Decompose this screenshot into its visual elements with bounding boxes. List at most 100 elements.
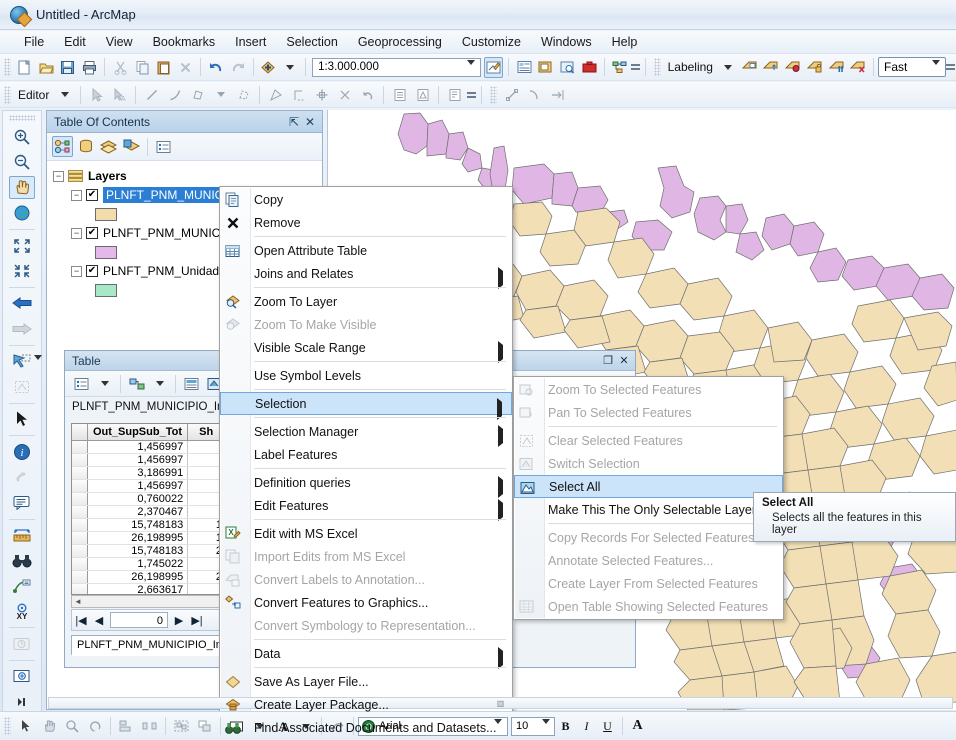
collapse-icon[interactable]: − [71, 227, 82, 239]
menu-edit[interactable]: Edit [54, 32, 96, 52]
row-selector[interactable] [72, 480, 88, 492]
menu-item-open-attribute-table[interactable]: Open Attribute Table [220, 239, 512, 262]
cell-out-supsub-tot[interactable]: 2,663617 [88, 584, 189, 594]
menu-item-selection-manager[interactable]: Selection Manager [220, 420, 512, 447]
drawing-rotate-icon[interactable] [84, 716, 105, 737]
drawing-distribute-icon[interactable] [139, 716, 160, 737]
pause-labeling-icon[interactable] [827, 57, 847, 78]
add-data-dropdown[interactable] [280, 57, 300, 78]
table-options-dropdown[interactable] [94, 373, 115, 394]
straight-segment-icon[interactable] [141, 84, 162, 105]
cut-icon[interactable] [110, 57, 130, 78]
editor-toolbar-grip[interactable] [4, 85, 11, 104]
create-features-window-icon[interactable] [444, 84, 465, 105]
time-slider-icon[interactable] [9, 632, 35, 655]
tools-toolbar-grip[interactable] [9, 115, 35, 121]
table-row[interactable]: 1,456997 [72, 441, 225, 454]
cell-out-supsub-tot[interactable]: 1,456997 [88, 441, 189, 453]
submenu-item-make-only-selectable-layer[interactable]: Make This The Only Selectable Layer [514, 498, 783, 521]
find-route-icon[interactable] [9, 575, 35, 598]
row-selector[interactable] [72, 532, 88, 544]
layer-symbol-swatch-1[interactable] [95, 245, 117, 259]
menu-item-remove[interactable]: Remove [220, 211, 512, 234]
menu-item-edit-with-ms-excel[interactable]: X Edit with MS Excel [220, 522, 512, 545]
first-record-icon[interactable]: |◀ [72, 614, 90, 627]
close-icon[interactable]: ✕ [302, 115, 318, 129]
add-data-icon[interactable] [259, 57, 279, 78]
related-tables-icon[interactable] [126, 373, 147, 394]
split-tool-icon[interactable] [311, 84, 332, 105]
labeling-dropdown-icon[interactable] [718, 57, 738, 78]
topology-reshape-icon[interactable] [524, 84, 545, 105]
arctoolbox-icon[interactable] [579, 57, 599, 78]
paste-icon[interactable] [154, 57, 174, 78]
drawing-group-icon[interactable] [171, 716, 192, 737]
edit-annotation-tool-icon[interactable]: A [109, 84, 130, 105]
bold-button[interactable]: B [556, 717, 575, 736]
toolbar-grip[interactable] [4, 58, 11, 76]
label-quality-combo[interactable]: Fast [878, 57, 946, 79]
maximize-icon[interactable]: ❐ [600, 354, 616, 367]
labeling-menu-label[interactable]: Labeling [664, 60, 717, 74]
row-selector[interactable] [72, 493, 88, 505]
menu-item-visible-scale-range[interactable]: Visible Scale Range [220, 336, 512, 363]
menu-customize[interactable]: Customize [452, 32, 531, 52]
clear-selected-features-icon[interactable] [9, 375, 35, 398]
row-selector[interactable] [72, 519, 88, 531]
label-priority-icon[interactable] [761, 57, 781, 78]
menu-insert[interactable]: Insert [225, 32, 276, 52]
grid-horizontal-scrollbar[interactable]: ◄ [71, 595, 226, 608]
go-next-extent-icon[interactable] [9, 317, 35, 340]
layer-visibility-checkbox[interactable]: ✔ [86, 227, 98, 239]
drawing-hand-icon[interactable] [38, 716, 59, 737]
label-weight-icon[interactable] [783, 57, 803, 78]
grid-header-select[interactable] [72, 424, 88, 440]
attributes-window-icon[interactable] [389, 84, 410, 105]
menu-file[interactable]: File [14, 32, 54, 52]
go-to-xy-icon[interactable]: XY [9, 600, 35, 623]
row-selector[interactable] [72, 506, 88, 518]
menu-bookmarks[interactable]: Bookmarks [143, 32, 226, 52]
cell-out-supsub-tot[interactable]: 1,456997 [88, 480, 189, 492]
attribute-grid[interactable]: Out_SupSub_Tot Sh 1,456997 1,456997 3,1869… [71, 423, 226, 595]
table-of-contents-icon[interactable] [514, 57, 534, 78]
cell-out-supsub-tot[interactable]: 1,456997 [88, 454, 189, 466]
cut-polygons-icon[interactable] [288, 84, 309, 105]
save-icon[interactable] [58, 57, 78, 78]
cell-out-supsub-tot[interactable]: 0,760022 [88, 493, 189, 505]
list-by-visibility-icon[interactable] [98, 136, 119, 157]
collapse-icon[interactable]: − [53, 170, 64, 182]
sketch-properties-icon[interactable] [412, 84, 433, 105]
drawing-zoom-icon[interactable] [61, 716, 82, 737]
list-by-drawing-order-icon[interactable] [52, 136, 73, 157]
zoom-in-icon[interactable] [9, 125, 35, 148]
submenu-item-select-all[interactable]: Select All [514, 475, 783, 498]
cell-out-supsub-tot[interactable]: 15,748183 [88, 519, 189, 531]
table-row[interactable]: 0,760022 [72, 493, 225, 506]
pan-icon[interactable] [9, 175, 35, 200]
menu-item-convert-features-to-graphics[interactable]: Convert Features to Graphics... [220, 591, 512, 614]
editor-dropdown-icon[interactable] [54, 84, 75, 105]
measure-icon[interactable] [9, 524, 35, 547]
table-row[interactable]: 1,745022 [72, 558, 225, 571]
select-features-icon[interactable] [9, 350, 42, 375]
label-manager-icon[interactable] [740, 57, 760, 78]
font-size-combo[interactable]: 10 [511, 716, 555, 736]
topology-align-icon[interactable] [547, 84, 568, 105]
list-by-source-icon[interactable] [75, 136, 96, 157]
layer-symbol-swatch-0[interactable] [95, 207, 117, 221]
previous-record-icon[interactable]: ◀ [90, 614, 108, 627]
editor-menu-label[interactable]: Editor [14, 88, 53, 102]
view-unplaced-labels-icon[interactable] [848, 57, 868, 78]
map-scale-combo[interactable]: 1:3.000.000 [312, 57, 481, 77]
menu-item-selection[interactable]: Selection [220, 392, 512, 420]
row-selector[interactable] [72, 545, 88, 557]
new-document-icon[interactable] [15, 57, 35, 78]
menu-item-label-features[interactable]: Label Features [220, 443, 512, 466]
toolbar-overflow-2[interactable] [946, 57, 956, 77]
trace-dropdown-icon[interactable] [210, 84, 231, 105]
menu-item-copy[interactable]: Copy [220, 188, 512, 211]
identify-icon[interactable]: i [9, 440, 35, 463]
menu-item-joins-and-relates[interactable]: Joins and Relates [220, 262, 512, 289]
table-row[interactable]: 26,1989952 [72, 571, 225, 584]
